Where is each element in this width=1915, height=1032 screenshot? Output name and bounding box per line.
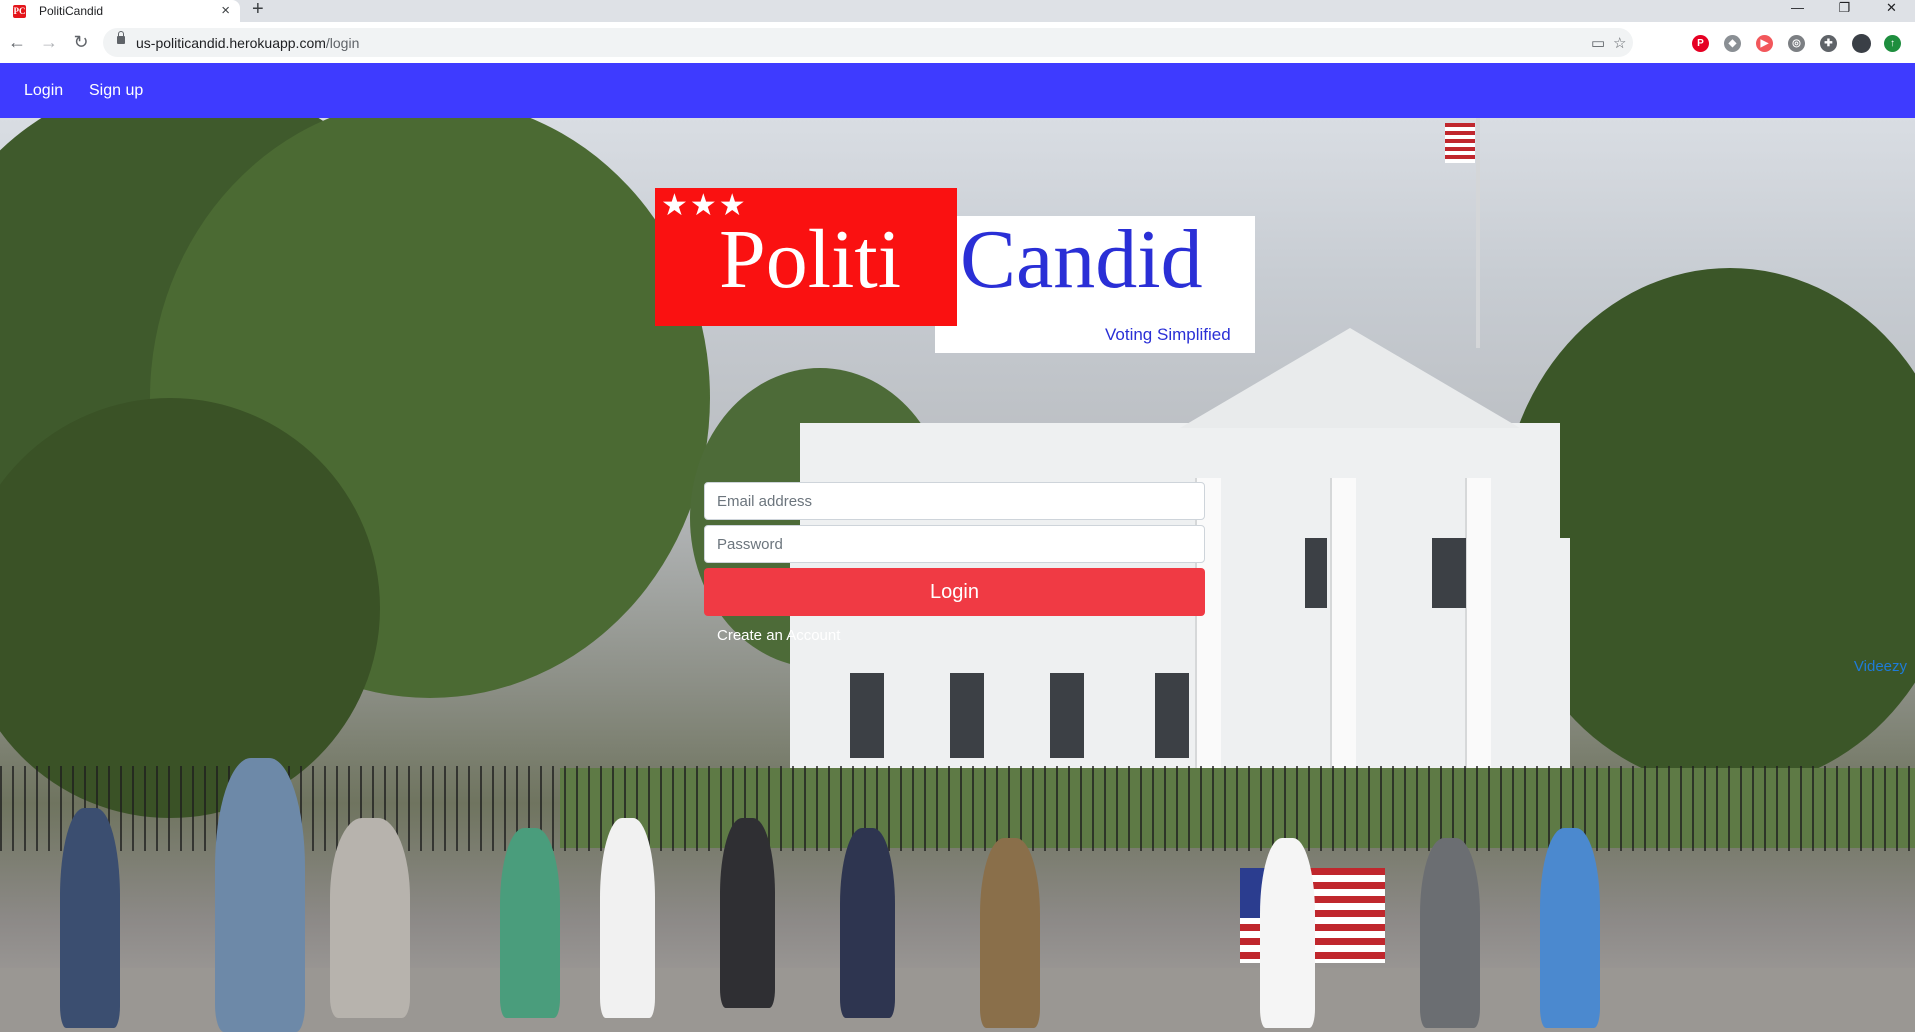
browser-toolbar: ← → ↻ us-politicandid.herokuapp.com/logi… (0, 22, 1915, 64)
building-window (1050, 673, 1084, 758)
flag-pole (1476, 118, 1480, 348)
crowd-person (215, 758, 305, 1032)
crowd-person (60, 808, 120, 1028)
create-account-link[interactable]: Create an Account (717, 627, 840, 644)
column (1465, 478, 1491, 778)
logo-tagline: Voting Simplified (1105, 325, 1231, 344)
url-text: us-politicandid.herokuapp.com/login (136, 35, 360, 51)
browser-window: PC PolitiCandid × + — ❐ ✕ ← → ↻ us-polit… (0, 0, 1915, 1032)
new-tab-icon[interactable]: + (252, 0, 264, 21)
dropbox-extension-icon[interactable]: ◆ (1724, 35, 1741, 52)
tab-strip: PC PolitiCandid × + — ❐ ✕ (0, 0, 1915, 22)
email-input[interactable] (704, 482, 1205, 520)
close-icon[interactable]: × (221, 2, 230, 19)
forward-arrow-icon[interactable]: → (38, 31, 60, 53)
nav-signup-link[interactable]: Sign up (89, 82, 143, 100)
crowd-person (720, 818, 775, 1008)
building-window (1432, 538, 1466, 608)
browser-tab-active[interactable]: PC PolitiCandid × (0, 0, 240, 22)
building-window (1305, 538, 1327, 608)
window-close-icon[interactable]: ✕ (1869, 0, 1914, 22)
restore-icon[interactable]: ❐ (1822, 0, 1867, 22)
address-bar[interactable]: us-politicandid.herokuapp.com/login ▭ ☆ (103, 28, 1633, 57)
crowd-person (500, 828, 560, 1018)
site-navbar: Login Sign up (0, 63, 1915, 118)
building-window (850, 673, 884, 758)
crowd-person (1260, 838, 1315, 1028)
profile-avatar[interactable] (1852, 34, 1871, 53)
login-button[interactable]: Login (704, 568, 1205, 616)
bookmark-star-icon[interactable]: ☆ (1613, 34, 1626, 52)
crowd-person (1420, 838, 1480, 1028)
back-arrow-icon[interactable]: ← (6, 31, 28, 53)
tab-title: PolitiCandid (39, 4, 104, 18)
nav-login-link[interactable]: Login (24, 82, 63, 100)
crowd-person (840, 828, 895, 1018)
crowd-person (330, 818, 410, 1018)
password-input[interactable] (704, 525, 1205, 563)
logo-text-politi: Politi (719, 213, 902, 306)
videezy-credit-link[interactable]: Videezy (1854, 658, 1907, 675)
update-icon[interactable]: ↑ (1884, 35, 1901, 52)
minimize-icon[interactable]: — (1775, 0, 1820, 22)
lock-icon (117, 31, 125, 44)
extension-arrow-icon[interactable]: ▶ (1756, 35, 1773, 52)
pinterest-extension-icon[interactable]: P (1692, 35, 1709, 52)
login-form: Login Create an Account (704, 482, 1205, 644)
crowd-person (980, 838, 1040, 1028)
building-window (1155, 673, 1189, 758)
crowd-person (1540, 828, 1600, 1028)
crowd-person (600, 818, 655, 1018)
column (1330, 478, 1356, 778)
extensions-puzzle-icon[interactable]: ✚ (1820, 35, 1837, 52)
building-window (950, 673, 984, 758)
cast-icon[interactable]: ▭ (1591, 34, 1605, 52)
flag-icon (1445, 123, 1475, 163)
extension-circle-icon[interactable]: ◎ (1788, 35, 1805, 52)
politicandid-logo: ★★★ Politi Candid Voting Simplified (655, 188, 1255, 353)
reload-icon[interactable]: ↻ (70, 31, 92, 53)
logo-text-candid: Candid (960, 213, 1203, 306)
site-favicon-icon: PC (13, 4, 26, 18)
